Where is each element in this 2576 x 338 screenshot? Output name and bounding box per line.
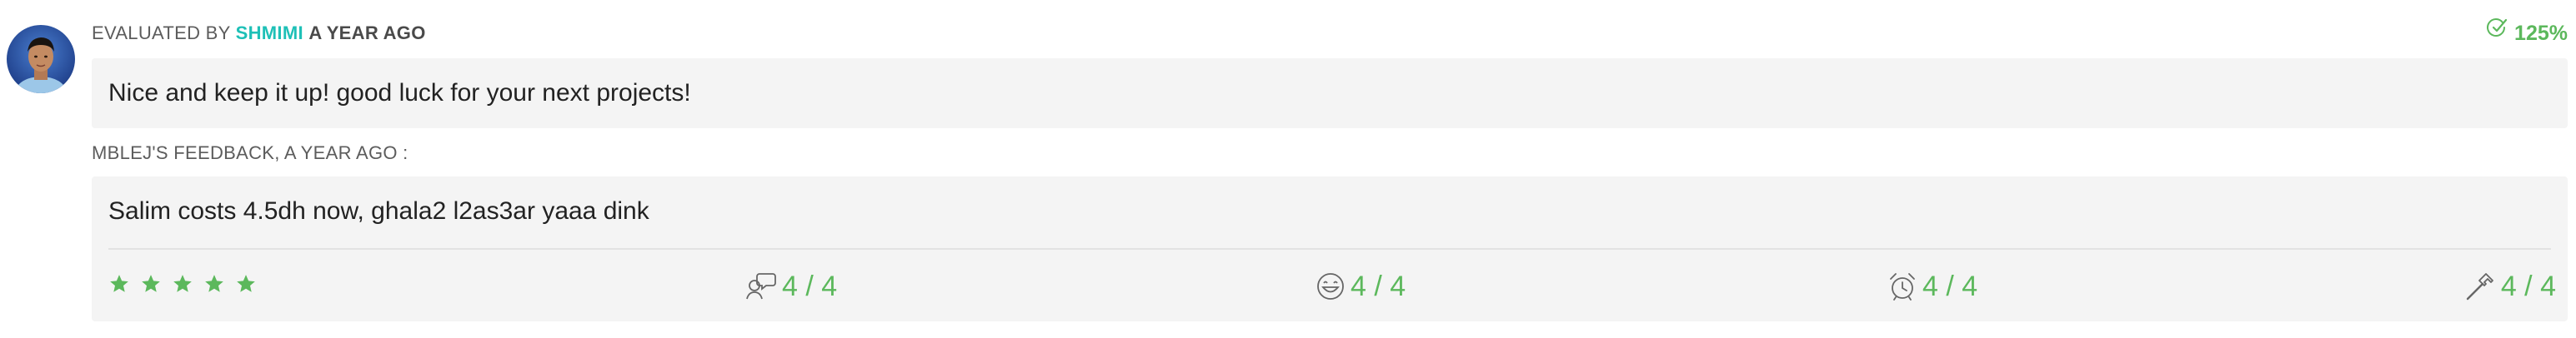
rating-nice: 4 / 4 (1316, 268, 1406, 305)
check-circle-icon (2486, 17, 2508, 47)
feedback-comment: Salim costs 4.5dh now, ghala2 l2as3ar ya… (108, 197, 649, 225)
rating-value: 4 / 4 (1351, 270, 1406, 302)
star-icon (110, 275, 128, 292)
avatar[interactable] (7, 25, 75, 93)
star-icon (237, 275, 255, 292)
evaluation-card: EVALUATED BY SHMIMI A YEAR AGO 125% Nice… (0, 0, 2576, 338)
feedback-divider (108, 248, 2551, 250)
smiley-face-icon (1317, 273, 1344, 300)
star-icon (205, 275, 223, 292)
rating-value: 4 / 4 (2500, 270, 2556, 302)
rating-punctuality: 4 / 4 (1887, 268, 1977, 305)
feedback-label: MBLEJ'S FEEDBACK, A YEAR AGO : (92, 142, 408, 163)
hammer-icon (2466, 273, 2493, 301)
rating-interest: 4 / 4 (745, 268, 837, 305)
star-rating (108, 273, 257, 296)
evaluator-line: EVALUATED BY SHMIMI A YEAR AGO (92, 18, 426, 48)
star-icon (142, 275, 160, 292)
evaluated-by-prefix: EVALUATED BY (92, 22, 231, 43)
score-value: 125% (2514, 22, 2568, 45)
alarm-clock-icon (1890, 273, 1915, 301)
speech-bubble-icon (746, 273, 776, 300)
rating-value: 4 / 4 (782, 270, 838, 302)
evaluation-score: 125% (2486, 18, 2568, 48)
evaluator-comment-box: Nice and keep it up! good luck for your … (92, 58, 2568, 128)
evaluator-comment: Nice and keep it up! good luck for your … (108, 79, 691, 107)
evaluator-name-link[interactable]: SHMIMI (236, 22, 303, 43)
rating-rigorous: 4 / 4 (2464, 268, 2556, 305)
rating-value: 4 / 4 (1922, 270, 1978, 302)
star-icon (173, 275, 192, 292)
ratings-row: 4 / 4 4 / 4 4 / 4 4 / 4 (108, 256, 2556, 315)
evaluation-time-ago: A YEAR AGO (308, 22, 426, 43)
feedback-box: Salim costs 4.5dh now, ghala2 l2as3ar ya… (92, 176, 2568, 321)
